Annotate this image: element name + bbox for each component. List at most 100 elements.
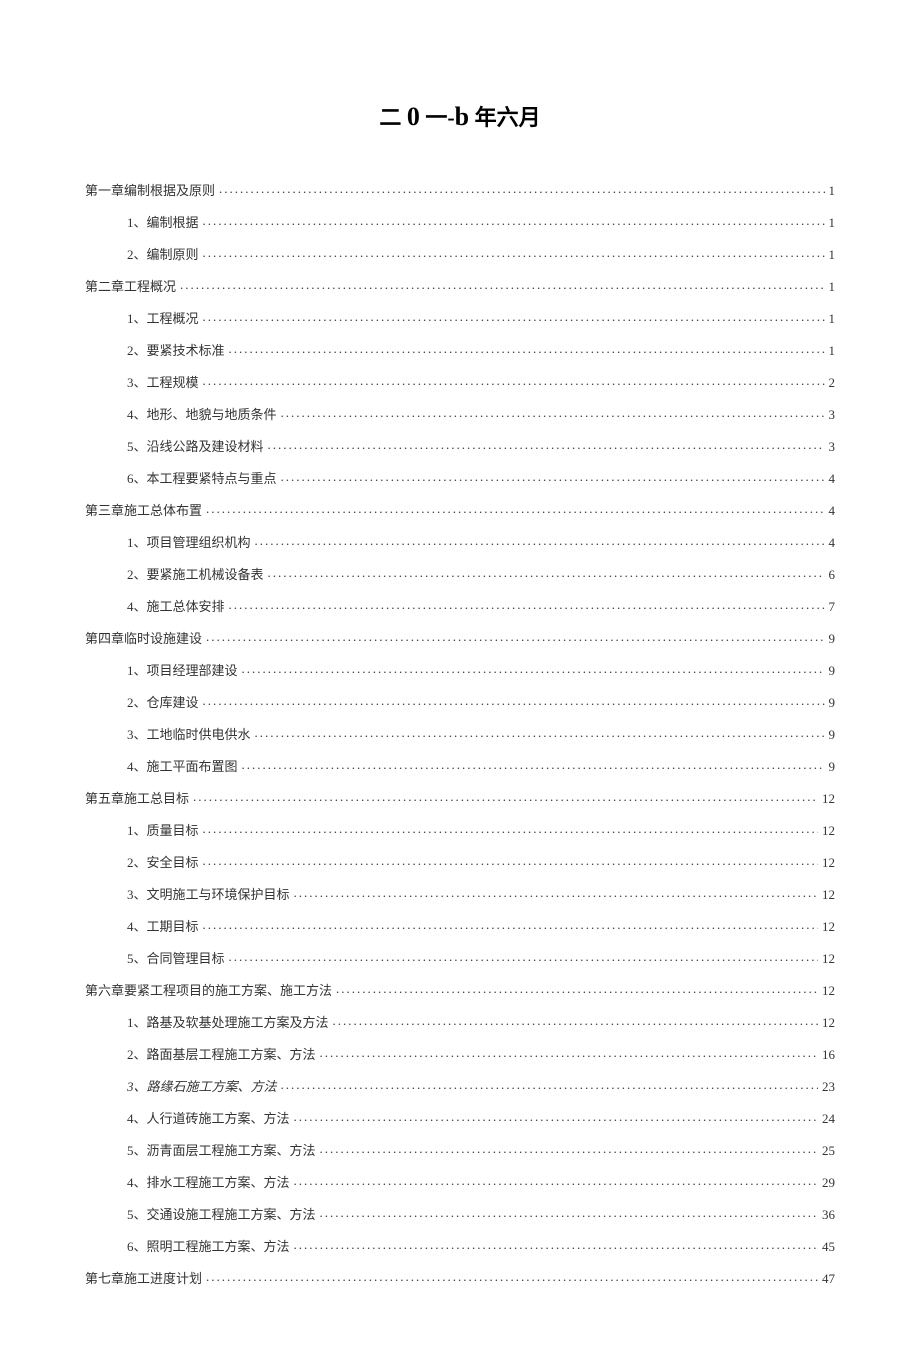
toc-leader-dots	[268, 438, 825, 451]
toc-label: 1、编制根据	[127, 216, 203, 229]
toc-leader-dots	[255, 726, 825, 739]
toc-leader-dots	[206, 1270, 818, 1283]
toc-page-number: 12	[818, 824, 835, 837]
toc-page-number: 12	[818, 888, 835, 901]
toc-entry: 2、仓库建设 9	[127, 694, 835, 709]
toc-entry: 6、照明工程施工方案、方法45	[127, 1238, 835, 1253]
toc-page-number: 3	[825, 440, 836, 453]
toc-entry: 1、项目管理组织机构4	[127, 534, 835, 549]
toc-entry: 2、安全目标12	[127, 854, 835, 869]
toc-entry: 2、编制原则1	[127, 246, 835, 261]
toc-entry: 4、工期目标12	[127, 918, 835, 933]
toc-label: 4、施工总体安排	[127, 600, 229, 613]
toc-label: 第六章要紧工程项目的施工方案、施工方法	[85, 984, 336, 997]
toc-leader-dots	[229, 342, 825, 355]
toc-leader-dots	[203, 214, 825, 227]
toc-page-number: 16	[818, 1048, 835, 1061]
toc-entry: 1、项目经理部建设 9	[127, 662, 835, 677]
toc-entry: 1、编制根据 1	[127, 214, 835, 229]
toc-entry: 5、合同管理目标12	[127, 950, 835, 965]
toc-page-number: 12	[818, 856, 835, 869]
toc-entry: 4、排水工程施工方案、方法29	[127, 1174, 835, 1189]
toc-leader-dots	[294, 1110, 818, 1123]
toc-leader-dots	[281, 1078, 818, 1091]
toc-leader-dots	[294, 1238, 818, 1251]
toc-leader-dots	[193, 790, 818, 803]
toc-leader-dots	[229, 598, 825, 611]
toc-leader-dots	[320, 1046, 818, 1059]
toc-entry: 1、质量目标 12	[127, 822, 835, 837]
toc-entry: 5、沥青面层工程施工方案、方法25	[127, 1142, 835, 1157]
toc-label: 第四章临时设施建设	[85, 632, 206, 645]
toc-entry: 第四章临时设施建设 9	[85, 630, 835, 645]
toc-page-number: 47	[818, 1272, 835, 1285]
toc-page-number: 1	[825, 344, 836, 357]
toc-entry: 第三章施工总体布置 4	[85, 502, 835, 517]
toc-label: 4、工期目标	[127, 920, 203, 933]
toc-page-number: 1	[825, 216, 836, 229]
toc-label: 5、沿线公路及建设材料	[127, 440, 268, 453]
toc-entry: 2、要紧技术标准 1	[127, 342, 835, 357]
toc-entry: 3、文明施工与环境保护目标 12	[127, 886, 835, 901]
toc-label: 1、质量目标	[127, 824, 203, 837]
toc-label: 5、沥青面层工程施工方案、方法	[127, 1144, 320, 1157]
title-mid: 一-	[425, 105, 454, 130]
page-title: 二 0 一-b 年六月	[85, 100, 835, 132]
toc-page-number: 7	[825, 600, 836, 613]
toc-page-number: 23	[818, 1080, 835, 1093]
title-big2: b	[455, 102, 469, 131]
toc-leader-dots	[281, 406, 825, 419]
toc-entry: 第二章工程概况1	[85, 278, 835, 293]
toc-leader-dots	[320, 1206, 818, 1219]
toc-entry: 3、工程规模2	[127, 374, 835, 389]
toc-leader-dots	[333, 1014, 818, 1027]
toc-leader-dots	[203, 854, 818, 867]
toc-label: 第一章编制根据及原则	[85, 184, 219, 197]
toc-page-number: 12	[818, 1016, 835, 1029]
toc-label: 1、路基及软基处理施工方案及方法	[127, 1016, 333, 1029]
toc-page-number: 36	[818, 1208, 835, 1221]
toc-page-number: 4	[825, 472, 836, 485]
toc-leader-dots	[206, 630, 824, 643]
toc-page-number: 9	[825, 760, 836, 773]
toc-label: 3、文明施工与环境保护目标	[127, 888, 294, 901]
toc-page-number: 9	[825, 632, 836, 645]
toc-leader-dots	[281, 470, 825, 483]
toc-entry: 6、本工程要紧特点与重点 4	[127, 470, 835, 485]
toc-label: 2、路面基层工程施工方案、方法	[127, 1048, 320, 1061]
toc-leader-dots	[336, 982, 818, 995]
toc-leader-dots	[203, 374, 825, 387]
toc-leader-dots	[294, 1174, 818, 1187]
toc-page-number: 4	[825, 504, 836, 517]
toc-leader-dots	[180, 278, 824, 291]
toc-label: 2、仓库建设	[127, 696, 203, 709]
toc-leader-dots	[255, 534, 825, 547]
toc-label: 第三章施工总体布置	[85, 504, 206, 517]
toc-entry: 3、工地临时供电供水9	[127, 726, 835, 741]
toc-page-number: 12	[818, 984, 835, 997]
toc-label: 2、要紧技术标准	[127, 344, 229, 357]
toc-label: 4、地形、地貌与地质条件	[127, 408, 281, 421]
toc-label: 2、编制原则	[127, 248, 203, 261]
toc-entry: 1、路基及软基处理施工方案及方法 12	[127, 1014, 835, 1029]
title-suffix: 年六月	[475, 105, 541, 130]
toc-leader-dots	[203, 246, 825, 259]
toc-page-number: 1	[825, 280, 836, 293]
toc-page-number: 9	[825, 696, 836, 709]
toc-entry: 2、要紧施工机械设备表6	[127, 566, 835, 581]
toc-entry: 5、沿线公路及建设材料 3	[127, 438, 835, 453]
toc-leader-dots	[203, 310, 825, 323]
toc-entry: 第七章施工进度计划47	[85, 1270, 835, 1285]
toc-leader-dots	[242, 758, 825, 771]
toc-page-number: 9	[825, 664, 836, 677]
toc-entry: 4、施工总体安排 7	[127, 598, 835, 613]
toc-label: 1、工程概况	[127, 312, 203, 325]
toc-entry: 1、工程概况1	[127, 310, 835, 325]
toc-entry: 第五章施工总目标12	[85, 790, 835, 805]
table-of-contents: 第一章编制根据及原则11、编制根据12、编制原则1第二章工程概况11、工程概况1…	[85, 182, 835, 1285]
toc-label: 6、本工程要紧特点与重点	[127, 472, 281, 485]
toc-entry: 4、施工平面布置图9	[127, 758, 835, 773]
toc-page-number: 3	[825, 408, 836, 421]
toc-label: 1、项目经理部建设	[127, 664, 242, 677]
toc-page-number: 6	[825, 568, 836, 581]
